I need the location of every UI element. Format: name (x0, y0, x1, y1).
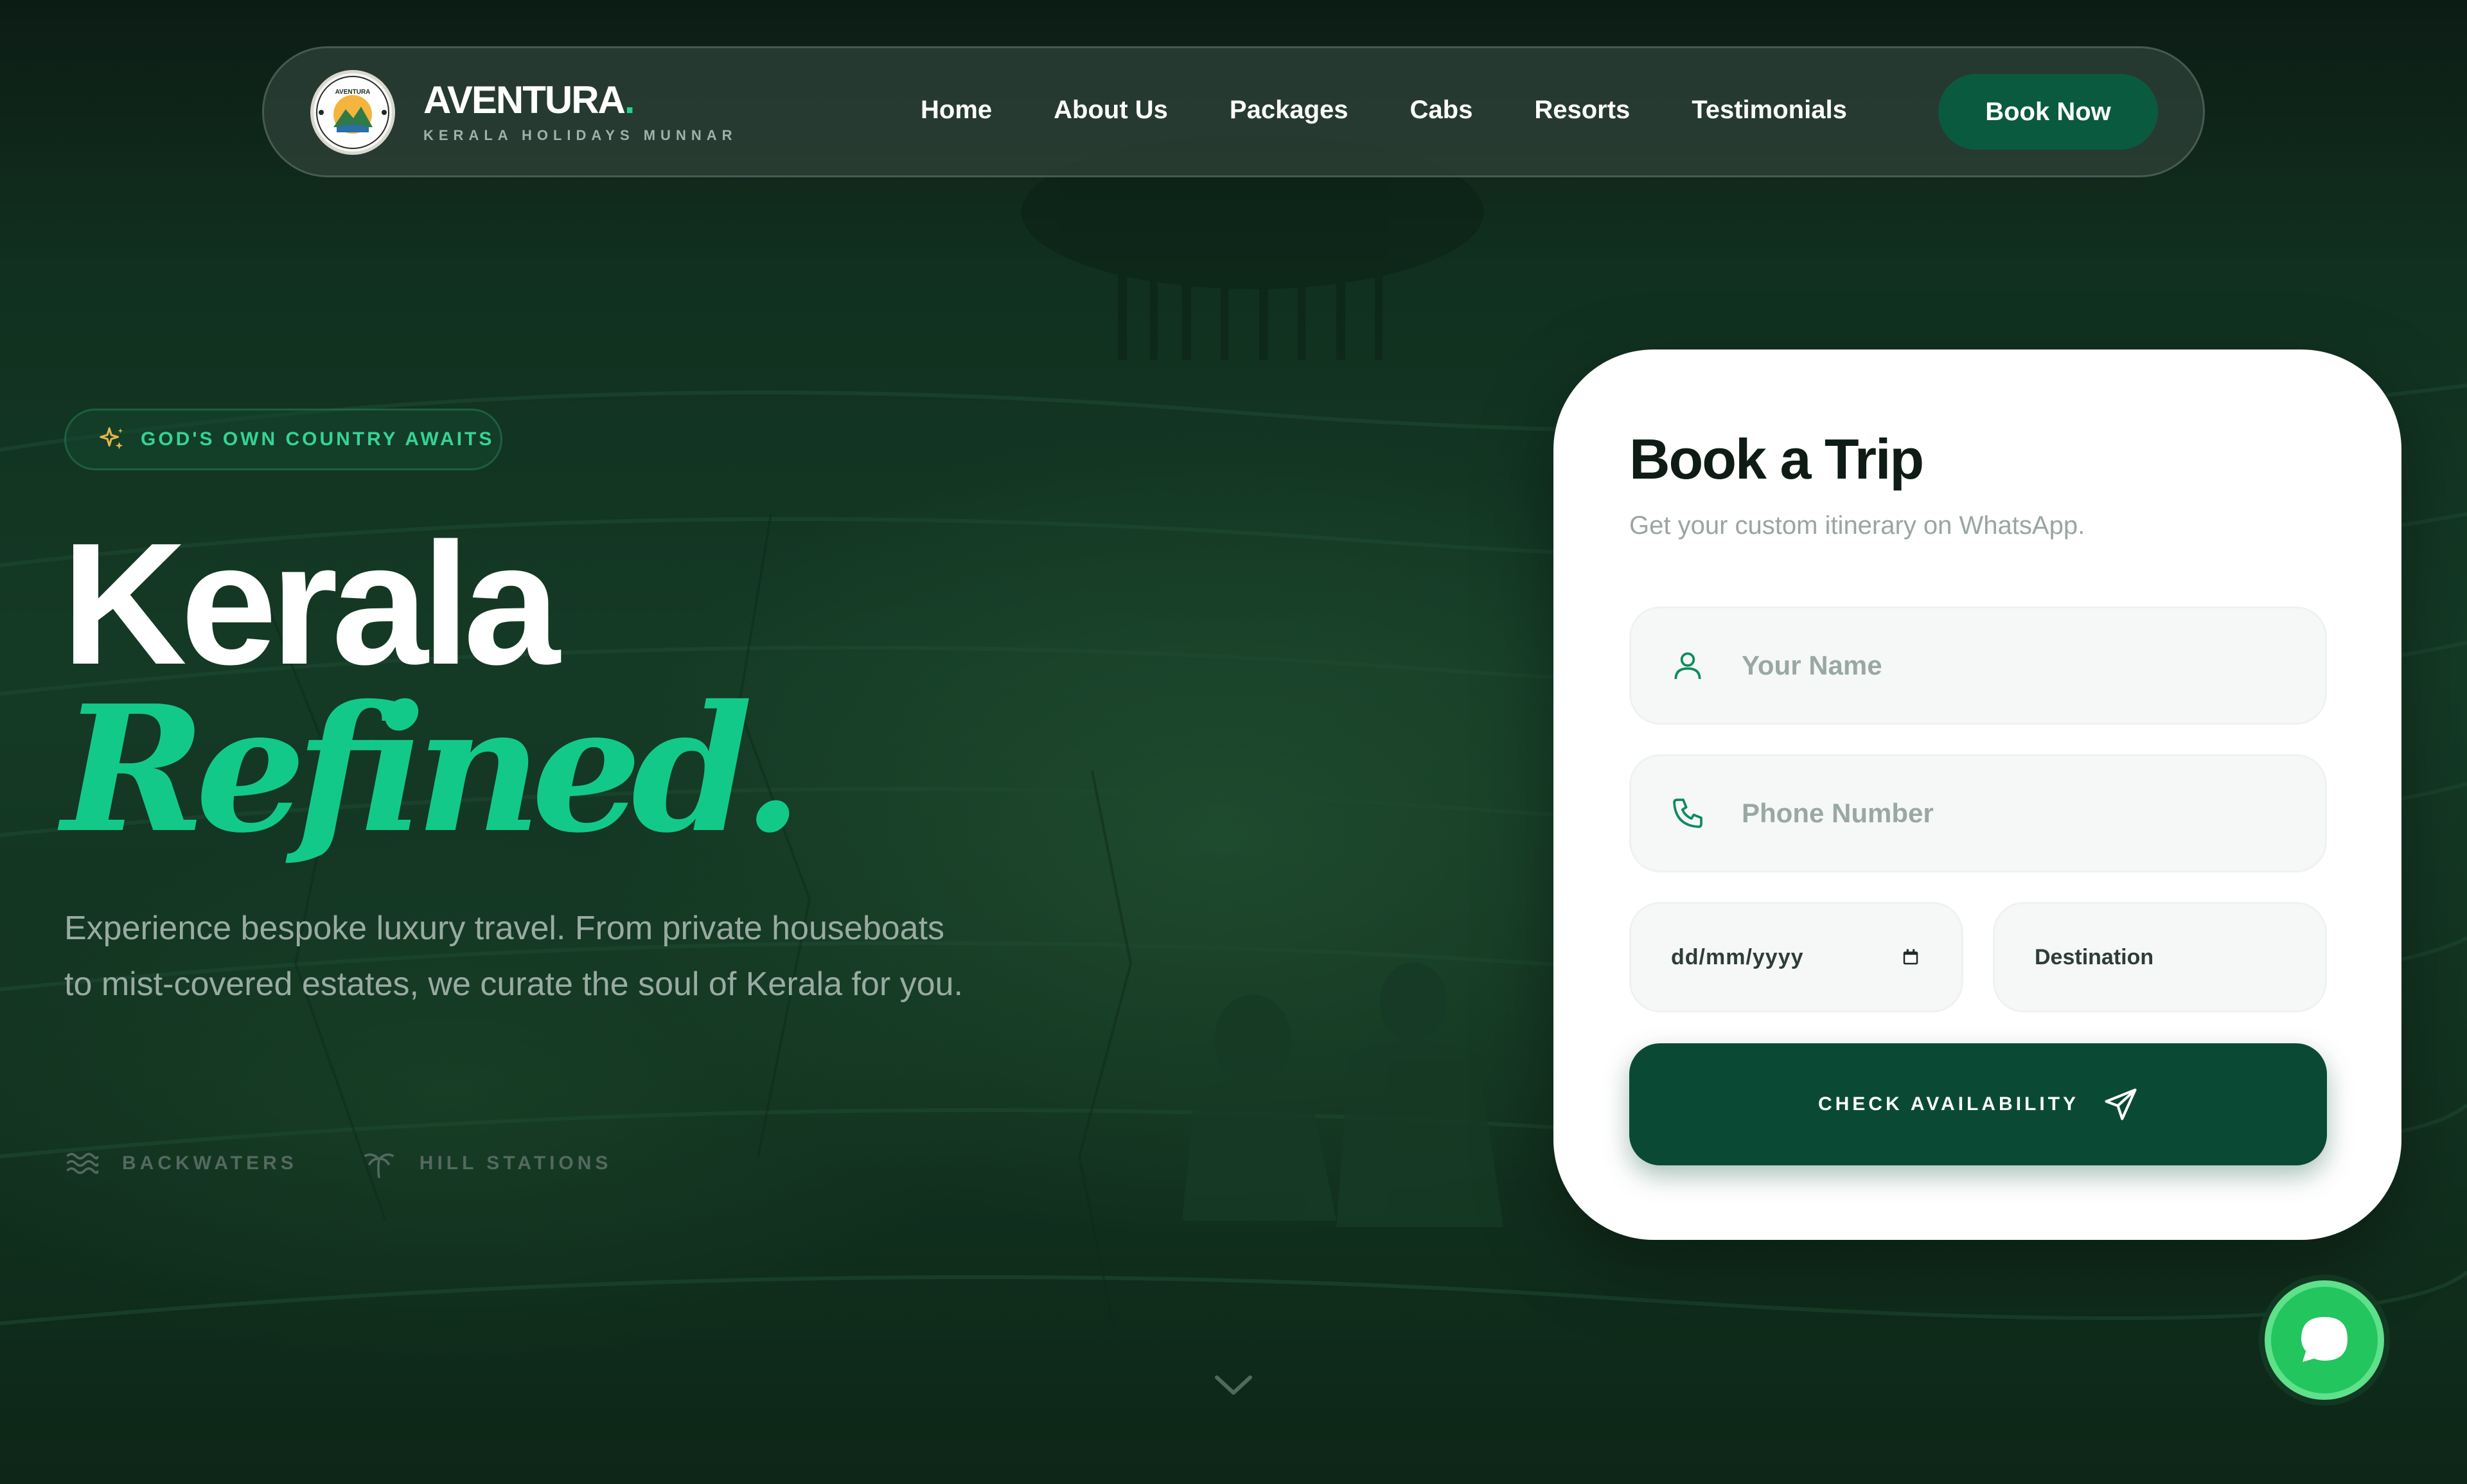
booking-card-title: Book a Trip (1629, 427, 1924, 491)
check-availability-button[interactable]: CHECK AVAILABILITY (1629, 1043, 2327, 1165)
whatsapp-chat-button[interactable] (2265, 1280, 2384, 1400)
nav-link-resorts[interactable]: Resorts (1534, 96, 1630, 125)
nav-links: Home About Us Packages Cabs Resorts Test… (921, 96, 1847, 125)
hero-tag-text: GOD'S OWN COUNTRY AWAITS (141, 428, 495, 450)
nav-link-packages[interactable]: Packages (1230, 96, 1348, 125)
phone-icon (1673, 799, 1702, 828)
mountain-logo-icon: AVENTURA (316, 76, 389, 149)
check-availability-label: CHECK AVAILABILITY (1817, 1093, 2080, 1115)
hero-tag-pill: GOD'S OWN COUNTRY AWAITS (64, 409, 502, 470)
palm-tree-icon (364, 1153, 394, 1178)
date-input-value: dd/mm/yyyy (1671, 944, 1804, 969)
user-icon (1674, 652, 1701, 680)
name-field[interactable] (1629, 606, 2327, 725)
feature-label-backwaters: BACKWATERS (122, 1153, 297, 1174)
book-now-button[interactable]: Book Now (1938, 74, 2158, 150)
calendar-icon[interactable] (1901, 947, 1920, 967)
feature-label-hill-stations: HILL STATIONS (419, 1153, 612, 1174)
nav-link-testimonials[interactable]: Testimonials (1692, 96, 1847, 125)
brand-logo-link[interactable]: AVENTURA AVENTURA. KERALA HOLIDAYS MUNNA… (310, 70, 738, 155)
brand-name: AVENTURA. (423, 81, 738, 119)
waves-icon (66, 1153, 99, 1174)
hero-features: BACKWATERS HILL STATIONS (64, 1146, 612, 1181)
phone-field[interactable] (1629, 754, 2327, 872)
feature-hill-stations: HILL STATIONS (362, 1146, 612, 1181)
send-icon (2105, 1088, 2137, 1120)
hero-headline-line1: Kerala (62, 508, 560, 701)
hero-headline-line2: Refined. (62, 667, 803, 871)
brand-logo-badge: AVENTURA (310, 70, 395, 155)
hero-description: Experience bespoke luxury travel. From p… (64, 910, 963, 1003)
top-navbar: AVENTURA AVENTURA. KERALA HOLIDAYS MUNNA… (262, 46, 2205, 177)
destination-select-value: Destination (2035, 944, 2154, 969)
date-field[interactable]: dd/mm/yyyy (1629, 902, 1963, 1012)
whatsapp-button-halo (2259, 1275, 2390, 1406)
brand-tagline: KERALA HOLIDAYS MUNNAR (423, 127, 738, 143)
brand-dot: . (624, 78, 635, 121)
destination-select[interactable]: Destination (1993, 902, 2327, 1012)
nav-link-about-us[interactable]: About Us (1054, 96, 1168, 125)
name-input[interactable] (1742, 650, 2325, 681)
brand-name-text: AVENTURA (423, 78, 626, 121)
chevron-down-icon[interactable] (1213, 1372, 1254, 1398)
sparkle-icon (100, 427, 123, 450)
nav-link-home[interactable]: Home (921, 96, 992, 125)
phone-input[interactable] (1742, 798, 2325, 829)
booking-card: Book a Trip Get your custom itinerary on… (1553, 349, 2401, 1240)
booking-card-subtitle: Get your custom itinerary on WhatsApp. (1629, 511, 2085, 540)
whatsapp-chat-icon (2301, 1317, 2348, 1362)
nav-link-cabs[interactable]: Cabs (1410, 96, 1473, 125)
feature-backwaters: BACKWATERS (64, 1146, 297, 1181)
svg-text:AVENTURA: AVENTURA (335, 89, 371, 96)
